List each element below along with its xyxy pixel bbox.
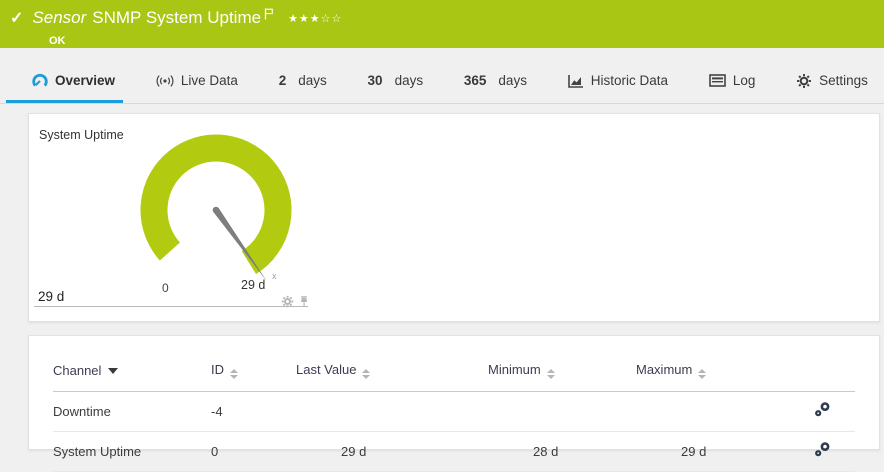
tab-number: 2 [278,73,287,88]
sort-icon [230,369,238,379]
column-label: ID [211,362,224,377]
priority-stars[interactable]: ★★★☆☆ [288,8,342,30]
tab-live-data[interactable]: Live Data [154,58,240,103]
historic-chart-icon [567,74,583,88]
channel-name: Downtime [53,391,211,432]
flag-icon[interactable] [264,5,274,27]
column-header-channel[interactable]: Channel [53,356,211,392]
channel-minimum [488,391,636,432]
gauge-icon [32,73,48,87]
tab-30-days[interactable]: 30 days [366,58,426,103]
gauge-current-value: 29 d [38,289,65,304]
channel-maximum: 29 d [636,431,789,472]
tab-2-days[interactable]: 2 days [277,58,329,103]
sort-desc-icon [108,368,119,374]
channel-settings-gears-icon[interactable] [814,441,831,461]
channel-id: -4 [211,391,296,432]
stars-filled: ★★★ [288,13,321,25]
column-header-last-value[interactable]: Last Value [296,356,488,392]
tab-label: days [394,73,424,88]
channels-table: Channel ID Last Value Minimum Maximum Do… [53,356,855,472]
sensor-header: ✓ Sensor SNMP System Uptime ★★★☆☆ OK [0,0,884,48]
stars-empty: ☆☆ [320,13,343,25]
tab-number: 365 [463,73,487,88]
column-header-minimum[interactable]: Minimum [488,356,636,392]
broadcast-icon [156,74,174,87]
gauge-scale-min-label: 0 [162,281,169,295]
object-kind-label: Sensor [32,8,87,27]
channel-minimum: 28 d [488,431,636,472]
tab-label: Log [732,73,756,88]
tab-label: Historic Data [590,73,669,88]
tab-overview[interactable]: Overview [5,58,124,103]
tab-label: Settings [819,73,868,88]
tab-number: 30 [367,73,383,88]
tab-log[interactable]: Log [707,58,758,103]
channels-panel: Channel ID Last Value Minimum Maximum Do… [28,335,880,472]
gauge-pointer-marker: x [272,271,277,281]
channel-maximum [636,391,789,432]
column-header-maximum[interactable]: Maximum [636,356,789,392]
channel-last-value [296,391,488,432]
tab-365-days[interactable]: 365 days [462,58,529,103]
column-label: Minimum [488,362,541,377]
tab-historic-data[interactable]: Historic Data [566,58,670,103]
table-row[interactable]: System Uptime 0 29 d 28 d 29 d [53,431,855,472]
column-label: Last Value [296,362,357,377]
sort-icon [698,369,707,379]
gauge-panel: System Uptime x 0 29 d 29 d [28,113,880,322]
channel-name: System Uptime [53,431,211,472]
gauge-axis-line [34,306,308,307]
column-label: Maximum [636,362,693,377]
widget-gear-icon[interactable] [281,295,294,313]
tab-label: Live Data [180,73,238,88]
sort-icon [362,369,371,379]
log-icon [709,74,726,87]
table-header-row: Channel ID Last Value Minimum Maximum [53,356,855,392]
widget-pin-icon[interactable] [298,295,310,313]
gear-icon [797,73,812,88]
uptime-gauge: x [140,134,292,282]
column-header-id[interactable]: ID [211,356,296,392]
tab-settings[interactable]: Settings [794,58,870,103]
status-check-icon: ✓ [10,10,24,27]
column-label: Channel [53,363,102,378]
table-row[interactable]: Downtime -4 [53,391,855,432]
channel-id: 0 [211,431,296,472]
channel-last-value: 29 d [296,431,488,472]
tab-label: Overview [55,73,116,88]
gauge-scale-max-label: 29 d [241,278,266,292]
tab-bar: Overview Live Data 2 days 30 days 365 days … [0,48,884,104]
gauge-title: System Uptime [39,128,124,142]
status-badge: OK [49,35,66,47]
channel-settings-gears-icon[interactable] [814,401,831,421]
page-title: SNMP System Uptime [92,8,262,27]
sort-icon [546,369,555,379]
column-header-actions [789,356,855,392]
tab-label: days [298,73,327,88]
tab-label: days [498,73,527,88]
